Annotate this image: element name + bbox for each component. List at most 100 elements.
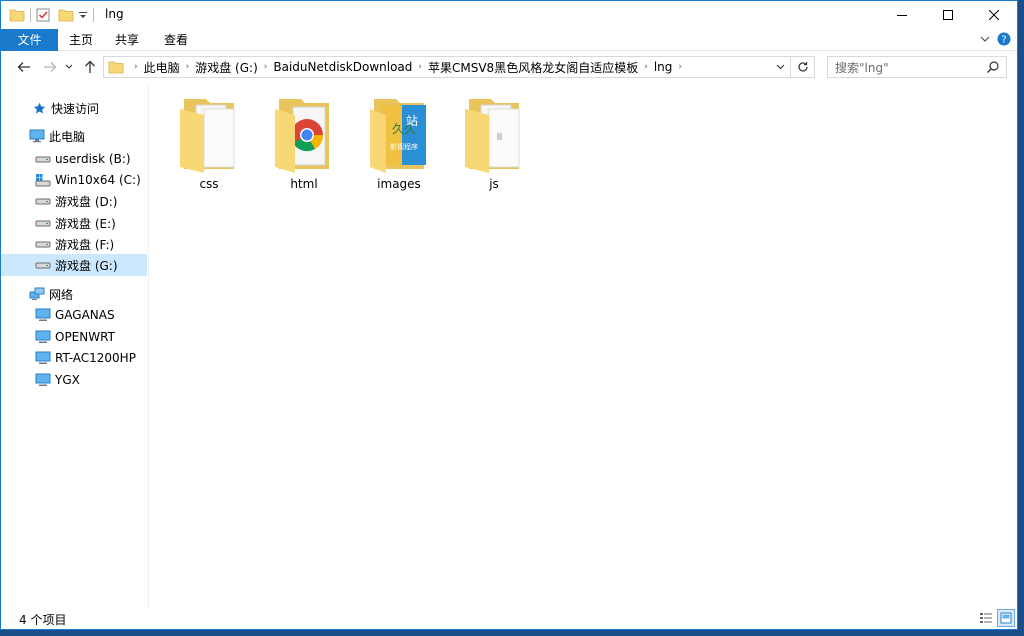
sidebar-item-label: Win10x64 (C:)	[55, 173, 141, 187]
breadcrumb-separator[interactable]: ›	[416, 62, 424, 72]
back-button[interactable]	[15, 57, 33, 77]
tab-file[interactable]: 文件	[1, 29, 58, 51]
sidebar-item-drive-d[interactable]: 游戏盘 (D:)	[1, 190, 147, 212]
drive-icon	[35, 151, 51, 167]
quick-access-toolbar	[9, 6, 99, 24]
sidebar-item-this-pc[interactable]: 此电脑	[1, 125, 147, 147]
folder-icon	[465, 99, 520, 173]
drive-icon	[35, 236, 51, 252]
ribbon-right-controls: ?	[979, 32, 1011, 46]
sidebar-item-drive-b[interactable]: userdisk (B:)	[1, 148, 147, 170]
computer-icon	[35, 350, 51, 366]
file-name: css	[199, 177, 219, 191]
sidebar-item-label: 此电脑	[49, 129, 86, 144]
thumbnail-text: 影视程序	[390, 142, 418, 151]
breadcrumb-template-folder[interactable]: 苹果CMSV8黑色风格龙女阁自适应模板	[424, 59, 642, 76]
folder-icon	[108, 61, 124, 74]
recent-locations-button[interactable]	[63, 57, 75, 77]
details-view-button[interactable]	[977, 609, 995, 627]
large-icons-view-button[interactable]	[997, 609, 1015, 627]
sidebar-item-computer-ygx[interactable]: YGX	[1, 369, 147, 391]
toolbar-divider	[93, 8, 94, 22]
sidebar-item-label: YGX	[55, 373, 80, 387]
svg-text:?: ?	[1001, 35, 1006, 46]
folder-icon	[180, 99, 235, 173]
sidebar-item-drive-f[interactable]: 游戏盘 (F:)	[1, 233, 147, 255]
breadcrumb-separator[interactable]: ›	[262, 62, 270, 72]
sidebar-item-label: 游戏盘 (E:)	[55, 216, 116, 231]
file-item-html[interactable]: html	[261, 95, 347, 195]
file-item-images[interactable]: 久久 站 影视程序 images	[356, 95, 442, 195]
customize-toolbar-chevron-icon[interactable]	[78, 10, 88, 20]
sidebar-item-drive-e[interactable]: 游戏盘 (E:)	[1, 212, 147, 234]
breadcrumb-drive-g[interactable]: 游戏盘 (G:)	[191, 59, 262, 76]
sidebar-item-quick-access[interactable]: 快速访问	[1, 97, 147, 119]
file-name: images	[377, 177, 421, 191]
breadcrumb-separator[interactable]: ›	[642, 62, 650, 72]
arrow-right-icon	[44, 62, 57, 72]
forward-button[interactable]	[41, 57, 59, 77]
file-list[interactable]: css html 久久 站 影视程序 images js	[150, 83, 1017, 608]
sidebar-item-drive-g[interactable]: 游戏盘 (G:)	[1, 254, 147, 276]
window-controls	[879, 1, 1017, 29]
close-button[interactable]	[971, 1, 1017, 29]
new-folder-icon[interactable]	[58, 8, 74, 22]
windows-drive-icon	[35, 172, 51, 188]
large-icons-view-icon	[1000, 612, 1012, 624]
star-icon	[31, 100, 47, 116]
window-title: lng	[105, 7, 124, 21]
sidebar-item-label: 游戏盘 (D:)	[55, 194, 118, 209]
address-history-dropdown[interactable]	[772, 57, 788, 77]
sidebar-item-label: 网络	[49, 287, 74, 302]
maximize-button[interactable]	[925, 1, 971, 29]
breadcrumb-separator[interactable]: ›	[676, 62, 684, 72]
folder-icon	[9, 9, 25, 22]
drive-icon	[35, 215, 51, 231]
explorer-window: lng 文件 主页 共享 查看 ? › 此电脑 › 游戏盘 (G:) › Bai…	[0, 0, 1018, 630]
chevron-down-icon	[65, 64, 73, 69]
navigation-pane: 快速访问 此电脑 userdisk (B:) Win10x64 (C:) 游戏盘…	[1, 83, 149, 608]
sidebar-item-computer-openwrt[interactable]: OPENWRT	[1, 326, 147, 348]
up-button[interactable]	[81, 57, 99, 77]
sidebar-item-computer-rt-ac1200hp[interactable]: RT-AC1200HP	[1, 347, 147, 369]
search-input[interactable]: 搜索"lng"	[827, 56, 1007, 78]
ribbon-tabs: 文件 主页 共享 查看 ?	[1, 29, 1017, 51]
tab-share[interactable]: 共享	[107, 29, 147, 51]
breadcrumb-separator[interactable]: ›	[132, 62, 140, 72]
minimize-button[interactable]	[879, 1, 925, 29]
breadcrumb-separator[interactable]: ›	[184, 62, 192, 72]
file-name: js	[489, 177, 499, 191]
sidebar-item-label: 游戏盘 (F:)	[55, 237, 115, 252]
file-name: html	[290, 177, 318, 191]
breadcrumb-lng[interactable]: lng	[650, 60, 677, 74]
item-count: 4 个项目	[19, 613, 67, 627]
computer-icon	[35, 329, 51, 345]
tab-home[interactable]: 主页	[61, 29, 101, 51]
network-icon	[29, 286, 45, 302]
properties-icon[interactable]	[36, 8, 50, 22]
help-icon[interactable]: ?	[997, 32, 1011, 46]
view-mode-buttons	[977, 609, 1015, 627]
file-item-js[interactable]: js	[451, 95, 537, 195]
breadcrumb-baidunetdiskdownload[interactable]: BaiduNetdiskDownload	[269, 60, 416, 74]
tab-view[interactable]: 查看	[156, 29, 196, 51]
details-view-icon	[980, 613, 992, 623]
sidebar-item-computer-gaganas[interactable]: GAGANAS	[1, 304, 147, 326]
minimize-icon	[897, 15, 907, 16]
close-icon	[989, 10, 999, 20]
breadcrumb-this-pc[interactable]: 此电脑	[140, 59, 184, 76]
navigation-bar: › 此电脑 › 游戏盘 (G:) › BaiduNetdiskDownload …	[1, 52, 1017, 82]
status-bar: 4 个项目	[1, 607, 1017, 629]
chevron-down-icon	[776, 64, 784, 70]
refresh-icon	[797, 62, 808, 72]
refresh-button[interactable]	[790, 57, 814, 77]
expand-ribbon-chevron-icon[interactable]	[979, 34, 991, 44]
address-bar[interactable]: › 此电脑 › 游戏盘 (G:) › BaiduNetdiskDownload …	[103, 56, 815, 78]
file-item-css[interactable]: css	[166, 95, 252, 195]
sidebar-item-label: OPENWRT	[55, 330, 115, 344]
folder-chrome-icon	[275, 99, 329, 173]
sidebar-item-label: userdisk (B:)	[55, 152, 131, 166]
search-icon[interactable]	[986, 60, 1000, 74]
sidebar-item-drive-c[interactable]: Win10x64 (C:)	[1, 169, 147, 191]
sidebar-item-network[interactable]: 网络	[1, 283, 147, 305]
